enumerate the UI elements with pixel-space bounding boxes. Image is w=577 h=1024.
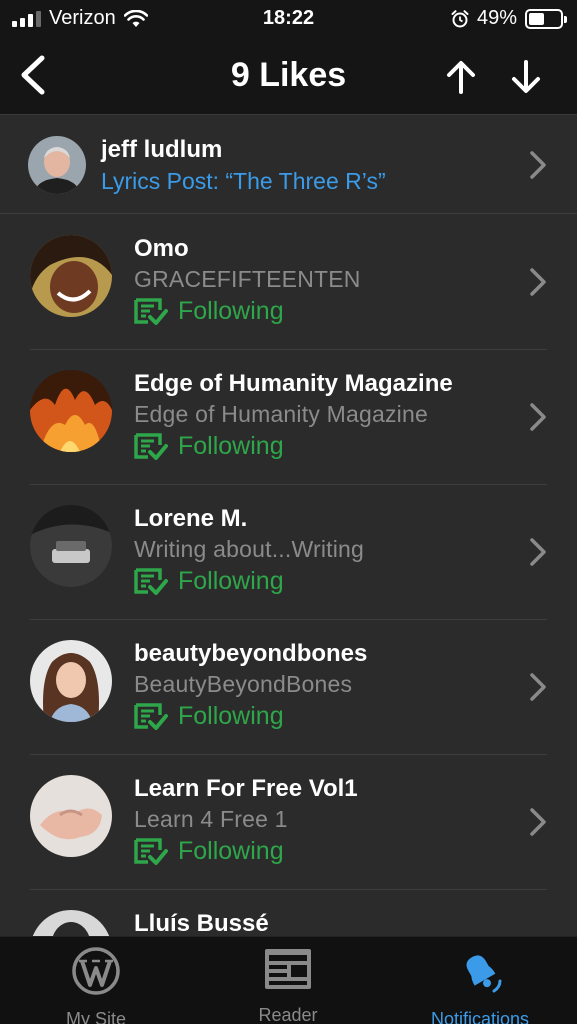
liker-site: GRACEFIFTEENTEN [134, 266, 361, 292]
avatar [28, 136, 86, 194]
liker-site: Edge of Humanity Magazine [134, 401, 428, 427]
following-check-icon [134, 432, 168, 460]
following-label: Following [178, 837, 284, 865]
avatar [30, 505, 112, 587]
following-status[interactable]: Following [134, 567, 284, 596]
post-header-row[interactable]: jeff ludlum Lyrics Post: “The Three R’s” [0, 116, 577, 214]
liker-site: BeautyBeyondBones [134, 671, 353, 697]
liker-site: Writing about...Writing [134, 536, 365, 562]
following-status[interactable]: Following [134, 837, 284, 866]
list-item[interactable]: Learn For Free Vol1 Learn 4 Free 1 Follo… [0, 755, 577, 890]
reader-icon [265, 949, 311, 989]
liker-name: Lluís Bussé [134, 910, 269, 937]
following-label: Following [178, 432, 284, 460]
tab-label: Reader [258, 1005, 318, 1024]
liker-name: Lorene M. [134, 505, 248, 532]
list-item[interactable]: Edge of Humanity Magazine Edge of Humani… [0, 350, 577, 485]
list-item[interactable]: beautybeyondbones BeautyBeyondBones Foll… [0, 620, 577, 755]
tab-reader[interactable]: Reader [192, 937, 384, 1024]
avatar [30, 235, 112, 317]
bell-icon [466, 955, 502, 993]
post-author-name: jeff ludlum [101, 136, 223, 163]
following-check-icon [134, 702, 168, 730]
navigation-bar: 9 Likes [0, 38, 577, 115]
status-right: 49% [451, 7, 567, 30]
liker-name: Omo [134, 235, 189, 262]
tab-notifications[interactable]: Notifications [384, 937, 576, 1024]
following-label: Following [178, 567, 284, 595]
avatar [30, 370, 112, 452]
liker-site: Learn 4 Free 1 [134, 806, 288, 832]
chevron-right-icon [530, 268, 546, 296]
following-check-icon [134, 297, 168, 325]
avatar [30, 775, 112, 857]
previous-button[interactable] [440, 56, 482, 98]
following-check-icon [134, 837, 168, 865]
page-title: 9 Likes [230, 56, 347, 94]
tab-my-site[interactable]: My Site [0, 937, 192, 1024]
wordpress-icon [72, 947, 120, 995]
liker-name: Learn For Free Vol1 [134, 775, 358, 802]
tab-label: Notifications [430, 1009, 530, 1024]
status-bar: Verizon 18:22 49% [0, 0, 577, 38]
alarm-icon [451, 9, 469, 27]
arrow-down-icon [512, 60, 540, 93]
avatar [30, 640, 112, 722]
list-item[interactable]: Lorene M. Writing about...Writing Follow… [0, 485, 577, 620]
chevron-right-icon [530, 403, 546, 431]
following-status[interactable]: Following [134, 702, 284, 731]
liker-name: beautybeyondbones [134, 640, 368, 667]
chevron-right-icon [530, 538, 546, 566]
chevron-right-icon [530, 151, 546, 179]
following-label: Following [178, 702, 284, 730]
tab-bar: My Site Reader Notifications [0, 936, 577, 1024]
following-check-icon [134, 567, 168, 595]
following-status[interactable]: Following [134, 432, 284, 461]
list-item[interactable]: Omo GRACEFIFTEENTEN Following [0, 215, 577, 350]
following-status[interactable]: Following [134, 297, 284, 326]
post-title-link[interactable]: Lyrics Post: “The Three R’s” [101, 168, 386, 195]
chevron-right-icon [530, 808, 546, 836]
battery-percent: 49% [476, 7, 517, 29]
chevron-right-icon [530, 673, 546, 701]
battery-icon [525, 8, 567, 29]
following-label: Following [178, 297, 284, 325]
next-button[interactable] [505, 56, 547, 98]
liker-name: Edge of Humanity Magazine [134, 370, 453, 397]
tab-label: My Site [65, 1009, 126, 1024]
arrow-up-icon [447, 61, 475, 94]
